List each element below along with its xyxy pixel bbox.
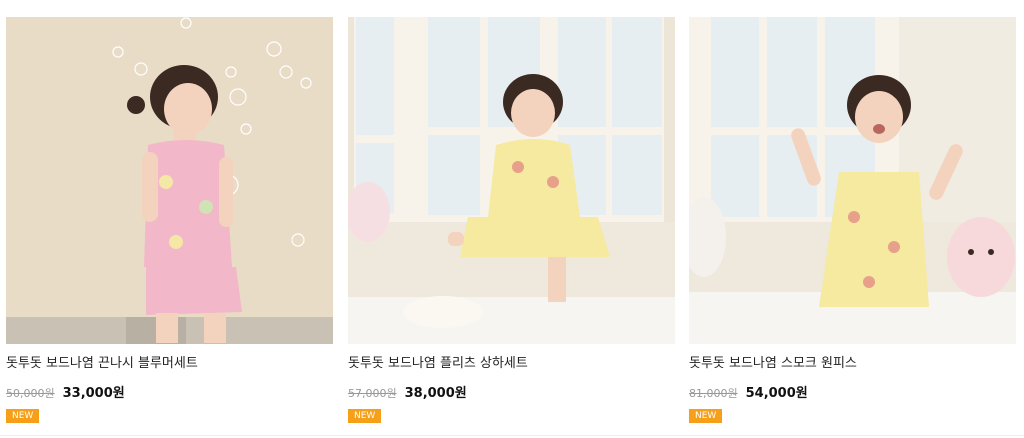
product-name[interactable]: 돗투돗 보드나염 플리츠 상하세트 — [348, 356, 675, 372]
product-name[interactable]: 돗투돗 보드나염 끈나시 블루머세트 — [6, 356, 333, 372]
product-grid: 돗투돗 보드나염 끈나시 블루머세트 50,000원 33,000원 NEW 돗… — [0, 0, 1024, 438]
new-badge: NEW — [689, 409, 723, 423]
product-image-link[interactable] — [6, 17, 333, 344]
product-card[interactable]: 돗투돗 보드나염 스모크 원피스 81,000원 54,000원 NEW — [689, 17, 1016, 423]
divider — [0, 435, 1024, 436]
original-price: 57,000원 — [348, 387, 397, 400]
product-name[interactable]: 돗투돗 보드나염 스모크 원피스 — [689, 356, 1016, 372]
sale-price: 38,000원 — [404, 386, 467, 401]
product-image-link[interactable] — [689, 17, 1016, 344]
product-photo — [348, 17, 675, 344]
price-row: 50,000원 33,000원 — [6, 382, 333, 401]
product-card[interactable]: 돗투돗 보드나염 플리츠 상하세트 57,000원 38,000원 NEW — [348, 17, 675, 423]
original-price: 81,000원 — [689, 387, 738, 400]
price-row: 81,000원 54,000원 — [689, 382, 1016, 401]
new-badge: NEW — [348, 409, 382, 423]
product-card[interactable]: 돗투돗 보드나염 끈나시 블루머세트 50,000원 33,000원 NEW — [6, 17, 333, 423]
product-photo — [6, 17, 333, 344]
original-price: 50,000원 — [6, 387, 55, 400]
product-photo — [689, 17, 1016, 344]
price-row: 57,000원 38,000원 — [348, 382, 675, 401]
new-badge: NEW — [6, 409, 40, 423]
product-image-link[interactable] — [348, 17, 675, 344]
sale-price: 54,000원 — [745, 386, 808, 401]
sale-price: 33,000원 — [62, 386, 125, 401]
